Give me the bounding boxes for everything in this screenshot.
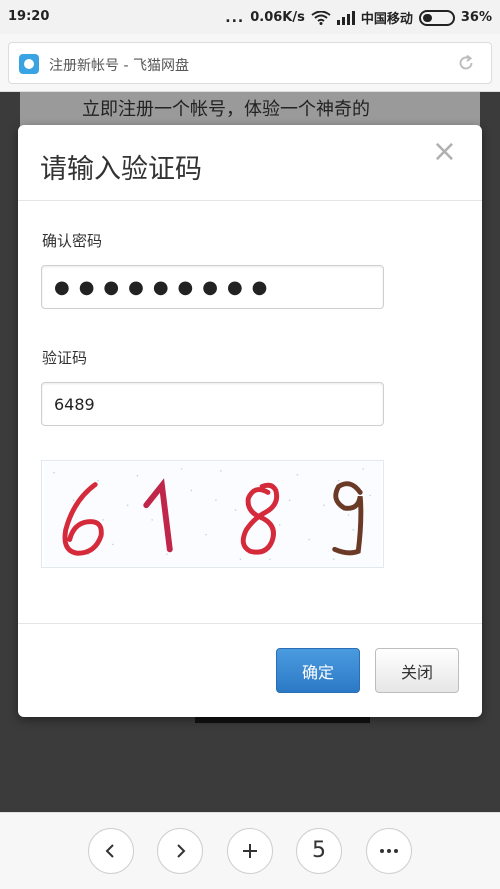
page-title: 注册新帐号 - 飞猫网盘 xyxy=(49,58,189,74)
confirm-button[interactable]: 确定 xyxy=(276,648,360,693)
plus-icon xyxy=(243,844,257,858)
dialog-header: 请输入验证码 × xyxy=(18,125,482,201)
status-time: 19:20 xyxy=(8,9,50,24)
status-bar: 19:20 ... 0.06K/s 中国移动 36% xyxy=(0,0,500,34)
captcha-image[interactable] xyxy=(41,460,384,568)
battery-icon xyxy=(418,9,455,26)
close-icon[interactable]: × xyxy=(432,137,457,167)
captcha-dialog: 请输入验证码 × 确认密码 ●●●●●●●●● 验证码 6489 确定 关闭 xyxy=(18,125,482,717)
new-tab-button[interactable] xyxy=(227,828,273,874)
captcha-input-value: 6489 xyxy=(54,394,95,414)
browser-bottom-nav: 5 xyxy=(0,812,500,889)
chevron-left-icon xyxy=(105,844,114,858)
wifi-icon xyxy=(311,10,331,25)
status-dots: ... xyxy=(225,9,245,26)
close-button[interactable]: 关闭 xyxy=(375,648,459,693)
captcha-label: 验证码 xyxy=(42,349,88,367)
confirm-password-field[interactable]: ●●●●●●●●● xyxy=(41,265,384,309)
browser-address-bar: 注册新帐号 - 飞猫网盘 xyxy=(0,34,500,92)
dialog-footer: 确定 关闭 xyxy=(18,623,482,717)
reload-icon[interactable] xyxy=(455,52,477,74)
captcha-input[interactable]: 6489 xyxy=(41,382,384,426)
more-dots-icon xyxy=(380,849,398,853)
chevron-right-icon xyxy=(177,844,186,858)
carrier-name: 中国移动 xyxy=(360,12,413,27)
site-favicon-icon xyxy=(19,54,39,74)
password-mask: ●●●●●●●●● xyxy=(54,276,277,298)
network-speed: 0.06K/s xyxy=(250,10,305,25)
url-box[interactable]: 注册新帐号 - 飞猫网盘 xyxy=(8,42,492,84)
forward-button[interactable] xyxy=(157,828,203,874)
dialog-title: 请输入验证码 xyxy=(40,154,202,185)
signal-icon xyxy=(336,10,355,25)
tab-count: 5 xyxy=(312,838,326,863)
status-right: ... 0.06K/s 中国移动 36% xyxy=(225,8,492,27)
background-intro-text: 立即注册一个帐号，体验一个神奇的 xyxy=(82,99,370,120)
back-button[interactable] xyxy=(88,828,134,874)
menu-button[interactable] xyxy=(366,828,412,874)
confirm-password-label: 确认密码 xyxy=(42,232,103,250)
tabs-button[interactable]: 5 xyxy=(296,828,342,874)
battery-percent: 36% xyxy=(460,10,492,25)
